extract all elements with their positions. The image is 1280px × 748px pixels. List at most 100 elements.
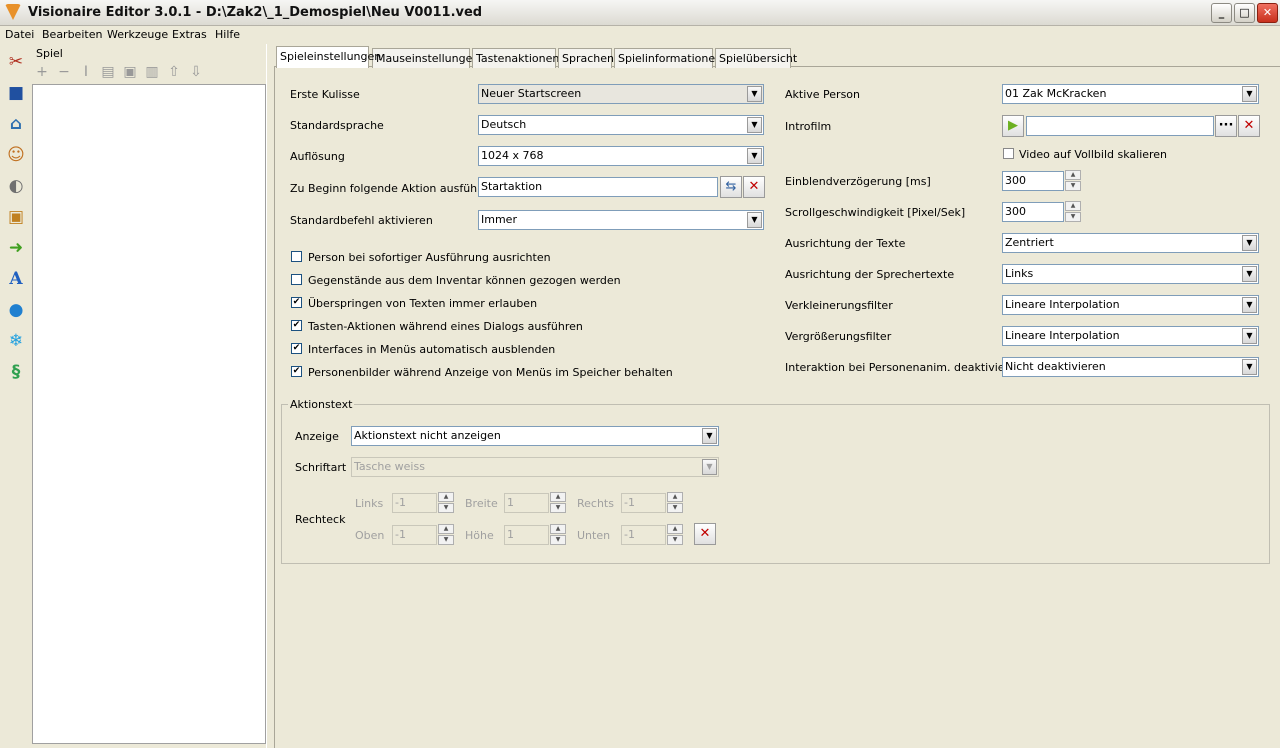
spin-up-icon[interactable]: ▲ xyxy=(438,492,454,502)
mouse-icon[interactable]: ◐ xyxy=(4,174,28,198)
ausrichtung-sprecher-value: Links xyxy=(1005,267,1034,280)
people-icon[interactable]: ☺ xyxy=(4,143,28,167)
close-button[interactable]: ✕ xyxy=(1257,3,1278,23)
house-icon[interactable]: ⌂ xyxy=(4,112,28,136)
spin-up-icon[interactable]: ▲ xyxy=(550,492,566,502)
verkleinerung-select[interactable]: Lineare Interpolation ▼ xyxy=(1002,295,1259,315)
checkbox-label: Person bei sofortiger Ausführung ausrich… xyxy=(308,251,551,264)
spin-down-icon[interactable]: ▼ xyxy=(438,503,454,513)
rechts-label: Rechts xyxy=(577,497,614,510)
box-icon[interactable]: ▣ xyxy=(4,205,28,229)
links-label: Links xyxy=(355,497,384,510)
spin-down-icon[interactable]: ▼ xyxy=(550,503,566,513)
checkbox-tasten-dialog[interactable]: ✔ xyxy=(291,320,302,331)
delete-action-button[interactable]: ✕ xyxy=(743,176,765,198)
font-icon[interactable]: A xyxy=(4,267,28,291)
aktive-person-select[interactable]: 01 Zak McKracken ▼ xyxy=(1002,84,1259,104)
clear-rechteck-button[interactable]: ✕ xyxy=(694,523,716,545)
checkbox-vollbild[interactable] xyxy=(1003,148,1014,159)
spin-down-icon[interactable]: ▼ xyxy=(1065,181,1081,191)
maximize-button[interactable]: □ xyxy=(1234,3,1255,23)
snowflake-icon[interactable]: ❄ xyxy=(4,329,28,353)
einblend-input[interactable]: 300 xyxy=(1002,171,1064,191)
checkbox-label: Personenbilder während Anzeige von Menüs… xyxy=(308,366,673,379)
paste-icon[interactable]: ▣ xyxy=(121,63,139,81)
speech-bubble-icon[interactable]: ● xyxy=(4,298,28,322)
standardsprache-select[interactable]: Deutsch ▼ xyxy=(478,115,764,135)
checkbox-inventar-ziehen[interactable] xyxy=(291,274,302,285)
menu-extras[interactable]: Extras xyxy=(172,28,207,41)
spin-down-icon[interactable]: ▼ xyxy=(550,535,566,545)
interaktion-select[interactable]: Nicht deaktivieren ▼ xyxy=(1002,357,1259,377)
ausrichtung-sprecher-label: Ausrichtung der Sprechertexte xyxy=(785,268,955,281)
remove-icon[interactable]: − xyxy=(55,63,73,81)
duplicate-icon[interactable]: ▥ xyxy=(143,63,161,81)
checkbox-label: Interfaces in Menüs automatisch ausblend… xyxy=(308,343,556,356)
tab-spielinformationen[interactable]: Spielinformationen xyxy=(614,48,722,68)
spin-down-icon[interactable]: ▼ xyxy=(438,535,454,545)
checkbox-texte-ueberspringen[interactable]: ✔ xyxy=(291,297,302,308)
play-icon[interactable]: ▶ xyxy=(1002,115,1024,137)
spin-down-icon[interactable]: ▼ xyxy=(667,503,683,513)
tab-spieluebersicht[interactable]: Spielübersicht xyxy=(715,48,797,68)
tab-spieleinstellungen[interactable]: Spieleinstellungen xyxy=(276,46,381,68)
spin-up-icon[interactable]: ▲ xyxy=(667,492,683,502)
chevron-down-icon: ▼ xyxy=(747,86,762,102)
standardbefehl-select[interactable]: Immer ▼ xyxy=(478,210,764,230)
schriftart-select[interactable]: Tasche weiss ▼ xyxy=(351,457,719,477)
spin-up-icon[interactable]: ▲ xyxy=(1065,170,1081,180)
beginn-aktion-field[interactable]: Startaktion xyxy=(478,177,718,197)
scroll-icon[interactable]: § xyxy=(4,360,28,384)
tools-icon[interactable]: ✂ xyxy=(4,50,28,74)
menu-bearbeiten[interactable]: Bearbeiten xyxy=(42,28,102,41)
rechts-input[interactable]: -1 xyxy=(621,493,666,513)
erste-kulisse-value: Neuer Startscreen xyxy=(481,87,582,100)
hoehe-input[interactable]: 1 xyxy=(504,525,549,545)
chevron-down-icon: ▼ xyxy=(1242,297,1257,313)
erste-kulisse-select[interactable]: Neuer Startscreen ▼ xyxy=(478,84,764,104)
tab-sprachen[interactable]: Sprachen xyxy=(558,48,614,68)
erste-kulisse-label: Erste Kulisse xyxy=(290,88,360,101)
ausrichtung-texte-select[interactable]: Zentriert ▼ xyxy=(1002,233,1259,253)
breite-input[interactable]: 1 xyxy=(504,493,549,513)
tab-mauseinstellungen[interactable]: Mauseinstellungen xyxy=(372,48,479,68)
move-down-icon[interactable]: ⇩ xyxy=(187,63,205,81)
spin-up-icon[interactable]: ▲ xyxy=(667,524,683,534)
checkbox-person-ausrichten[interactable] xyxy=(291,251,302,262)
tab-tastenaktionen[interactable]: Tastenaktionen xyxy=(472,48,559,68)
spin-up-icon[interactable]: ▲ xyxy=(1065,201,1081,211)
menu-hilfe[interactable]: Hilfe xyxy=(215,28,240,41)
introfilm-field[interactable] xyxy=(1026,116,1214,136)
save-icon[interactable]: ■ xyxy=(4,81,28,105)
checkbox-personenbilder[interactable]: ✔ xyxy=(291,366,302,377)
menu-datei[interactable]: Datei xyxy=(5,28,34,41)
clear-introfilm-button[interactable]: ✕ xyxy=(1238,115,1260,137)
minimize-button[interactable]: _ xyxy=(1211,3,1232,23)
ausrichtung-sprecher-select[interactable]: Links ▼ xyxy=(1002,264,1259,284)
checkbox-interfaces-ausblenden[interactable]: ✔ xyxy=(291,343,302,354)
tree-view[interactable] xyxy=(32,84,266,744)
add-icon[interactable]: + xyxy=(33,63,51,81)
links-input[interactable]: -1 xyxy=(392,493,437,513)
splitter[interactable] xyxy=(266,44,271,748)
scroll-input[interactable]: 300 xyxy=(1002,202,1064,222)
spin-up-icon[interactable]: ▲ xyxy=(550,524,566,534)
move-up-icon[interactable]: ⇧ xyxy=(165,63,183,81)
anzeige-select[interactable]: Aktionstext nicht anzeigen ▼ xyxy=(351,426,719,446)
arrow-icon[interactable]: ➜ xyxy=(4,236,28,260)
oben-input[interactable]: -1 xyxy=(392,525,437,545)
tree-select-icon[interactable]: ⇆ xyxy=(720,176,742,198)
browse-button[interactable]: ··· xyxy=(1215,115,1237,137)
spin-down-icon[interactable]: ▼ xyxy=(1065,212,1081,222)
vergroesserung-value: Lineare Interpolation xyxy=(1005,329,1120,342)
vergroesserung-select[interactable]: Lineare Interpolation ▼ xyxy=(1002,326,1259,346)
checkmark-icon: ✔ xyxy=(292,297,301,307)
copy-icon[interactable]: ▤ xyxy=(99,63,117,81)
rename-icon[interactable]: I xyxy=(77,63,95,81)
aufloesung-select[interactable]: 1024 x 768 ▼ xyxy=(478,146,764,166)
spin-up-icon[interactable]: ▲ xyxy=(438,524,454,534)
spin-down-icon[interactable]: ▼ xyxy=(667,535,683,545)
menu-werkzeuge[interactable]: Werkzeuge xyxy=(107,28,168,41)
aufloesung-value: 1024 x 768 xyxy=(481,149,544,162)
unten-input[interactable]: -1 xyxy=(621,525,666,545)
